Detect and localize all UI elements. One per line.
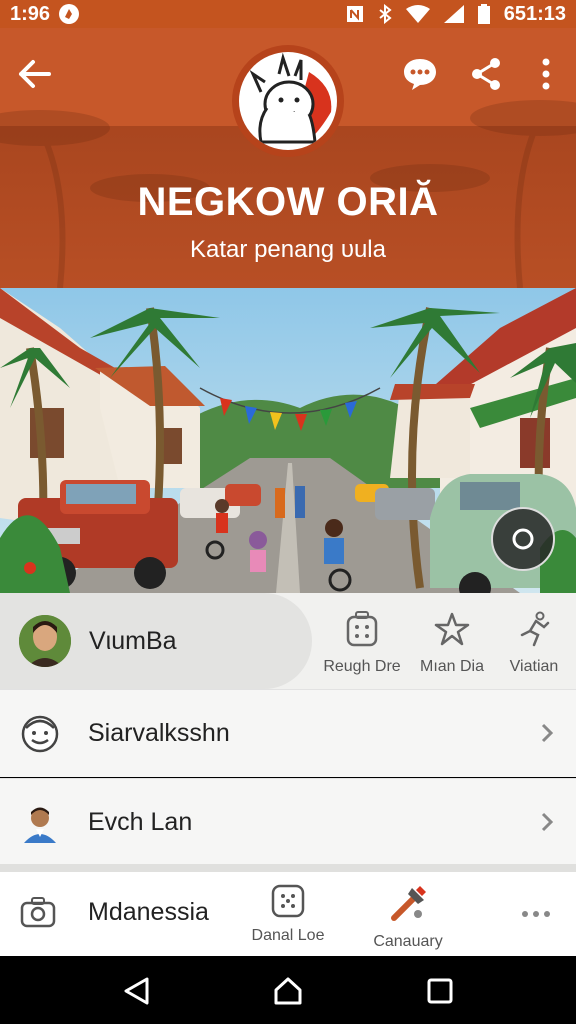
camera-icon bbox=[20, 897, 56, 928]
triangle-back-icon bbox=[124, 977, 149, 1005]
user-avatar bbox=[19, 615, 71, 667]
battery-icon bbox=[477, 4, 490, 24]
person-avatar-icon bbox=[24, 807, 56, 843]
profile-name: VιumBa bbox=[89, 626, 177, 655]
bottom-item-canauary[interactable]: Canauary bbox=[353, 884, 463, 951]
chat-bubble-icon bbox=[404, 59, 436, 90]
grid-icon bbox=[346, 611, 378, 647]
action-label: Reugh Dre bbox=[323, 658, 401, 675]
more-horizontal-button[interactable] bbox=[514, 902, 558, 926]
profile-header: NEGKOW ORIĂ Katar penang υula bbox=[0, 28, 576, 288]
camera-shutter-icon bbox=[512, 528, 534, 550]
action-reugh-dre[interactable]: Reugh Dre bbox=[314, 611, 410, 676]
nav-back-button[interactable] bbox=[116, 974, 156, 1008]
bottom-item-label: Mdanessia bbox=[88, 897, 209, 926]
square-recents-icon bbox=[427, 978, 453, 1004]
arrow-left-icon bbox=[19, 60, 51, 88]
camera-fab-button[interactable] bbox=[491, 507, 555, 571]
star-icon bbox=[434, 612, 470, 646]
chevron-right-icon bbox=[541, 812, 554, 832]
bottom-item-label: Danal Loe bbox=[251, 927, 325, 944]
more-horizontal-icon bbox=[522, 911, 550, 917]
bluetooth-icon bbox=[378, 4, 392, 24]
profile-chip[interactable]: VιumBa bbox=[0, 593, 312, 689]
bottom-action-bar: Mdanessia Danal Loe Canauary bbox=[0, 872, 576, 956]
smiley-face-icon bbox=[21, 715, 59, 752]
overflow-menu-button[interactable] bbox=[524, 52, 568, 96]
bottom-item-danal-loe[interactable]: Danal Loe bbox=[233, 884, 343, 945]
list-item-siarvalksshn[interactable]: Siarvalksshn bbox=[0, 689, 576, 777]
nav-home-button[interactable] bbox=[268, 974, 308, 1008]
page-subtitle: Katar penang υula bbox=[190, 236, 386, 263]
wifi-icon bbox=[405, 5, 430, 23]
status-time: 1:96 bbox=[10, 2, 51, 25]
grid-icon bbox=[271, 884, 305, 918]
nav-recents-button[interactable] bbox=[420, 974, 460, 1008]
system-navigation-bar bbox=[0, 956, 576, 1024]
list-item-evch-lan[interactable]: Evch Lan bbox=[0, 778, 576, 866]
notification-icon bbox=[58, 3, 80, 25]
bottom-item-label: Canauary bbox=[373, 933, 443, 950]
signal-icon bbox=[443, 5, 464, 23]
page-title: NEGKOW ORIĂ bbox=[137, 180, 439, 224]
tools-icon bbox=[391, 886, 426, 921]
chat-button[interactable] bbox=[398, 52, 442, 96]
run-icon bbox=[520, 611, 550, 647]
chevron-right-icon bbox=[541, 723, 554, 743]
status-bar: 1:96 651:13 bbox=[0, 0, 576, 28]
more-vertical-icon bbox=[542, 58, 550, 90]
brand-avatar[interactable] bbox=[232, 45, 344, 157]
list-item-label: Evch Lan bbox=[88, 808, 193, 836]
list-item-label: Siarvalksshn bbox=[88, 719, 230, 747]
share-icon bbox=[472, 58, 500, 90]
status-right-text: 651:13 bbox=[503, 2, 566, 25]
section-divider bbox=[0, 864, 576, 872]
nfc-icon bbox=[346, 4, 364, 24]
back-button[interactable] bbox=[12, 52, 56, 96]
bottom-item-mdanessia[interactable]: Mdanessia bbox=[20, 896, 209, 928]
action-label: Viatian bbox=[509, 658, 559, 675]
share-button[interactable] bbox=[464, 52, 508, 96]
action-viatian[interactable]: Viatian bbox=[486, 611, 576, 676]
cover-image bbox=[0, 288, 576, 593]
rabbit-logo-icon bbox=[249, 52, 332, 144]
home-icon bbox=[274, 977, 302, 1005]
profile-strip: VιumBa Reugh Dre Mıan Dia Viatian bbox=[0, 593, 576, 689]
